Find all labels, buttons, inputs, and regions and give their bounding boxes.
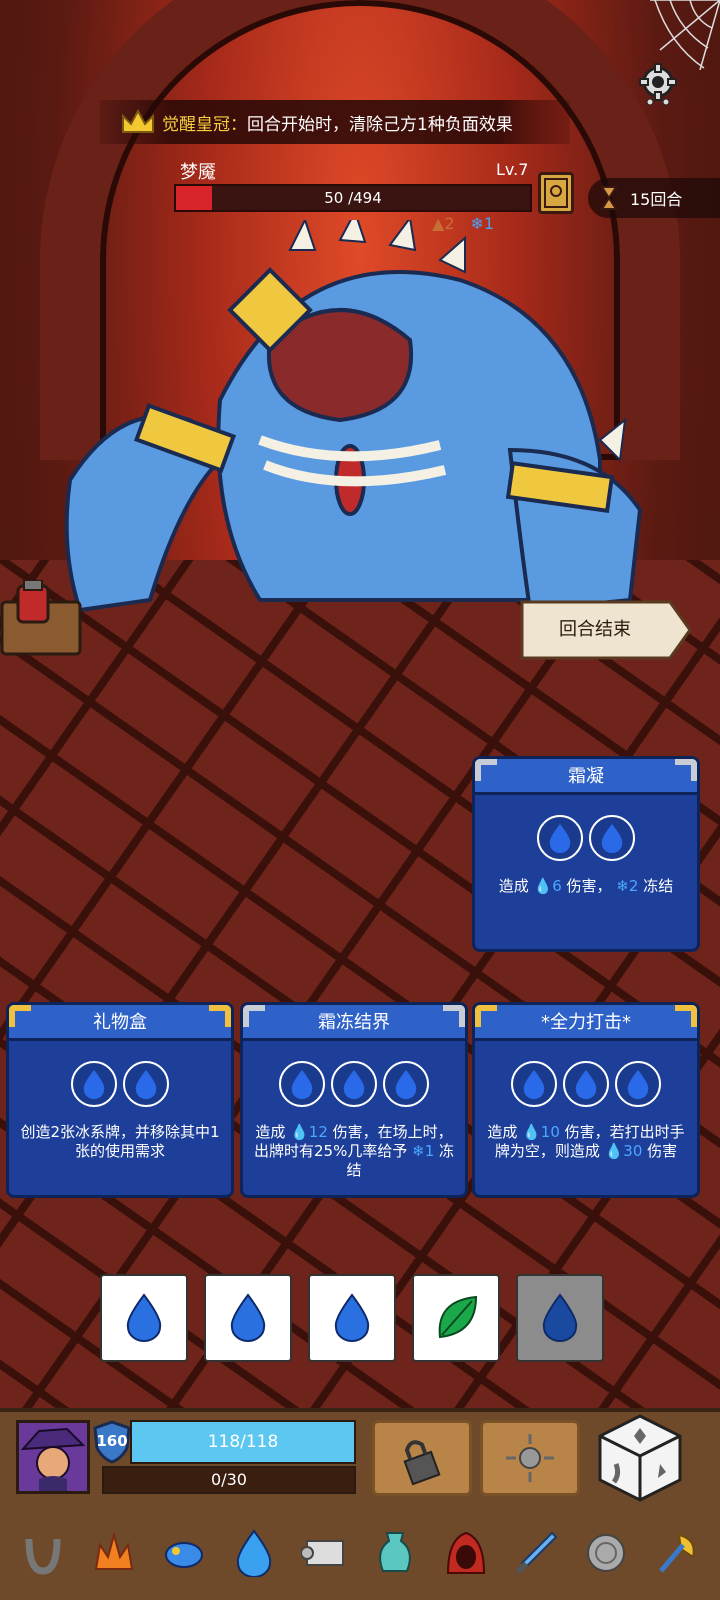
potion-icon[interactable] xyxy=(0,580,100,660)
end-turn-button[interactable]: 回合结束 xyxy=(520,598,692,662)
card-description: 造成 💧12 伤害，在场上时，出牌时有25%几率给予 ❄1 冻结 xyxy=(253,1123,455,1179)
card-gift-box[interactable]: 礼物盒 创造2张冰系牌，并移除其中1张的使用需求 xyxy=(6,1002,234,1198)
card-title: 霜凝 xyxy=(568,766,604,787)
horseshoe-icon[interactable] xyxy=(16,1526,70,1580)
water-drop-icon xyxy=(71,1061,117,1107)
enemy-level: Lv.7 xyxy=(496,160,529,179)
card-title: *全力打击* xyxy=(541,1012,631,1033)
spider-web-icon xyxy=(650,0,720,70)
water-drop-icon xyxy=(334,1293,370,1342)
burst-skill-button[interactable] xyxy=(480,1420,580,1496)
scroll-icon[interactable] xyxy=(298,1526,352,1580)
buff-banner: 觉醒皇冠： 回合开始时，清除己方1种负面效果 xyxy=(100,100,570,144)
relic-bar xyxy=(0,1506,720,1600)
water-drop-icon xyxy=(615,1061,661,1107)
turn-label: 15回合 xyxy=(630,190,683,209)
card-frost[interactable]: 霜凝 造成 💧6 伤害， ❄2 冻结 xyxy=(472,756,700,952)
card-full-strike[interactable]: *全力打击* 造成 💧10 伤害，若打出时手牌为空，则造成 💧30 伤害 xyxy=(472,1002,700,1198)
player-hp-bar: 118/118 xyxy=(130,1420,356,1464)
red-hood-icon[interactable] xyxy=(439,1526,493,1580)
crown-icon xyxy=(122,108,154,133)
water-die[interactable] xyxy=(204,1274,292,1362)
water-drop-icon xyxy=(331,1061,377,1107)
enemy-hp-bar: 50 /494 xyxy=(174,184,532,212)
hourglass-icon xyxy=(600,186,618,210)
reroll-dice-button[interactable] xyxy=(596,1414,684,1502)
player-avatar[interactable] xyxy=(16,1420,90,1494)
enemy-hp-text: 50 /494 xyxy=(324,189,382,207)
fire-crown-icon[interactable] xyxy=(87,1526,141,1580)
burst-icon xyxy=(506,1434,554,1482)
blue-fish-icon[interactable] xyxy=(157,1526,211,1580)
lock-icon xyxy=(403,1440,441,1486)
ice-sword-icon[interactable] xyxy=(509,1526,563,1580)
wizard-portrait xyxy=(19,1423,87,1491)
water-drop-icon xyxy=(279,1061,325,1107)
water-die[interactable] xyxy=(100,1274,188,1362)
water-drop-icon[interactable] xyxy=(227,1526,281,1580)
locked-skill-button[interactable] xyxy=(372,1420,472,1496)
water-die-used xyxy=(516,1274,604,1362)
water-drop-icon xyxy=(537,815,583,861)
water-drop-icon xyxy=(123,1061,169,1107)
coin-icon[interactable] xyxy=(579,1526,633,1580)
card-frost-barrier[interactable]: 霜冻结界 造成 💧12 伤害，在场上时，出牌时有25%几率给予 ❄1 冻结 xyxy=(240,1002,468,1198)
card-cost xyxy=(243,1061,465,1107)
water-drop-icon xyxy=(589,815,635,861)
leaf-die[interactable] xyxy=(412,1274,500,1362)
card-cost xyxy=(475,815,697,861)
vase-icon[interactable] xyxy=(368,1526,422,1580)
card-cost xyxy=(9,1061,231,1107)
water-drop-icon xyxy=(511,1061,557,1107)
leaf-icon xyxy=(438,1295,478,1339)
buff-description: 回合开始时，清除己方1种负面效果 xyxy=(247,114,513,135)
water-drop-icon xyxy=(126,1293,162,1342)
card-description: 造成 💧10 伤害，若打出时手牌为空，则造成 💧30 伤害 xyxy=(487,1123,685,1160)
card-description: 造成 💧6 伤害， ❄2 冻结 xyxy=(498,877,674,895)
water-drop-icon xyxy=(563,1061,609,1107)
water-drop-icon xyxy=(542,1293,578,1342)
player-xp-bar: 0/30 xyxy=(102,1466,356,1494)
card-description: 创造2张冰系牌，并移除其中1张的使用需求 xyxy=(20,1123,220,1160)
water-drop-icon xyxy=(230,1293,266,1342)
armor-value: 160 xyxy=(96,1432,128,1450)
water-drop-icon xyxy=(383,1061,429,1107)
card-cost xyxy=(475,1061,697,1107)
nightmare-monster[interactable] xyxy=(40,220,680,620)
gear-icon[interactable] xyxy=(636,62,680,106)
buff-name: 觉醒皇冠： xyxy=(162,114,247,135)
water-die[interactable] xyxy=(308,1274,396,1362)
enemy-name: 梦魇 xyxy=(180,162,216,183)
dice-row xyxy=(100,1274,604,1362)
enemy-info-button[interactable] xyxy=(538,172,574,214)
golden-axe-icon[interactable] xyxy=(650,1526,704,1580)
card-title: 礼物盒 xyxy=(93,1012,147,1033)
end-turn-label: 回合结束 xyxy=(559,619,631,640)
book-icon xyxy=(544,178,568,208)
turn-counter: 15回合 xyxy=(588,178,720,218)
card-title: 霜冻结界 xyxy=(318,1012,390,1033)
